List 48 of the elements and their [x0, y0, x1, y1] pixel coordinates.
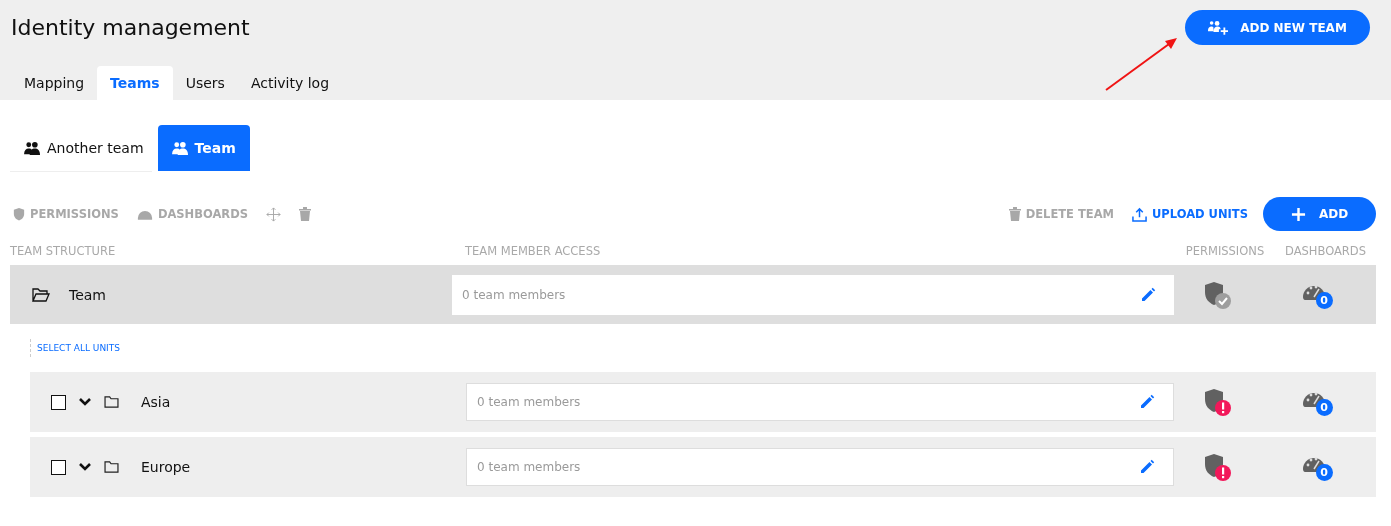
unit-name: Europe [141, 459, 191, 475]
nav-tab[interactable]: Mapping [11, 66, 98, 100]
shield-icon [13, 207, 25, 221]
unit-name: Asia [141, 394, 171, 410]
checkbox[interactable] [51, 459, 66, 475]
people-icon [24, 140, 41, 156]
trash-icon [1008, 207, 1021, 221]
team-tab[interactable]: Team [157, 125, 250, 171]
folder-icon [104, 461, 119, 473]
column-header: PERMISSIONS [1184, 244, 1266, 260]
select-all-link[interactable]: SELECT ALL UNITS [30, 339, 120, 357]
dashboard-count-badge: 0 [1315, 464, 1333, 481]
nav-tab[interactable]: Activity log [237, 66, 343, 100]
folder-icon [104, 396, 119, 408]
team-tab[interactable]: Another team [10, 125, 158, 171]
chevron-icon[interactable] [78, 462, 92, 472]
unit-row[interactable]: Europe 0 team members 0 [30, 437, 1376, 497]
edit-pencil-icon[interactable] [1140, 286, 1156, 303]
dashboard-count-badge: 0 [1315, 399, 1333, 416]
members-field[interactable]: 0 team members [466, 448, 1174, 486]
nav-tab[interactable]: Users [172, 66, 238, 100]
plus-icon [1290, 206, 1306, 222]
members-field[interactable]: 0 team members [466, 383, 1174, 421]
column-header: DASHBOARDS [1284, 244, 1367, 260]
nav-tab[interactable]: Teams [97, 66, 173, 100]
open-folder-icon [32, 287, 50, 302]
team-name: Team [69, 286, 106, 303]
trash-icon [299, 207, 312, 221]
upload-action[interactable]: UPLOAD UNITS [1129, 206, 1251, 222]
column-header: TEAM MEMBER ACCESS [465, 244, 602, 260]
team-row[interactable]: Team 0 team members 0 [10, 265, 1376, 324]
add-button[interactable]: ADD [1263, 197, 1376, 231]
unit-row[interactable]: Asia 0 team members 0 [30, 372, 1376, 432]
members-value: 0 team members [477, 460, 581, 474]
move-arrows-icon [266, 206, 282, 222]
edit-pencil-icon[interactable] [1139, 394, 1155, 410]
members-field[interactable]: 0 team members [452, 274, 1174, 315]
add-people-icon [1208, 20, 1229, 35]
add-new-team-button[interactable]: ADD NEW TEAM [1185, 10, 1370, 45]
chevron-icon[interactable] [78, 397, 92, 407]
checkbox[interactable] [51, 394, 66, 410]
edit-pencil-icon[interactable] [1139, 459, 1155, 475]
page-title: Identity management [11, 14, 250, 40]
upload-icon [1132, 206, 1147, 222]
members-value: 0 team members [462, 287, 566, 302]
members-value: 0 team members [477, 395, 581, 409]
people-icon [171, 140, 189, 156]
column-header: TEAM STRUCTURE [10, 244, 117, 260]
